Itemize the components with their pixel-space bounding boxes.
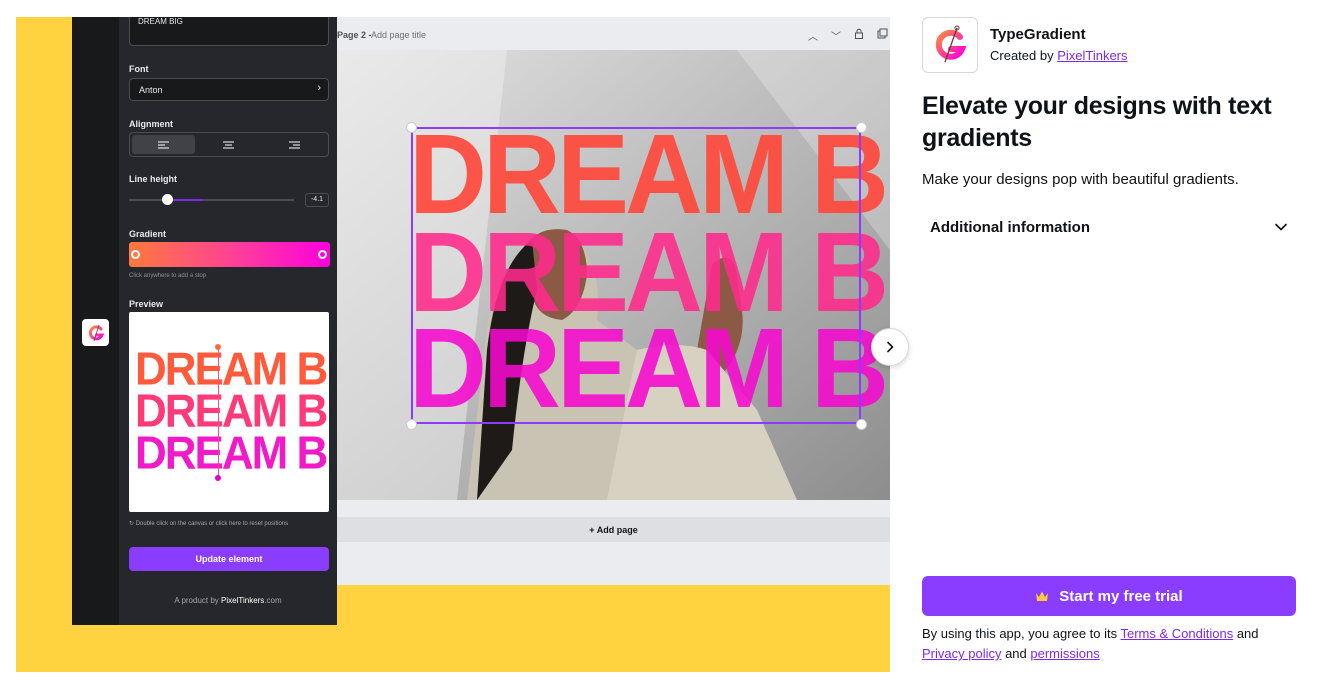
font-label: Font (129, 64, 149, 74)
page-number: Page 2 - (337, 30, 372, 40)
add-page-button[interactable]: + Add page (337, 517, 890, 542)
product-by-prefix: A product by (174, 596, 222, 605)
gradient-angle-line (218, 346, 219, 480)
app-headline: Elevate your designs with text gradients (922, 92, 1272, 152)
privacy-policy-link[interactable]: Privacy policy (922, 646, 1001, 661)
lock-icon[interactable] (854, 28, 864, 42)
product-by-suffix: .com (264, 596, 282, 605)
creator-link[interactable]: PixelTinkers (1057, 48, 1127, 63)
gradient-stop-end[interactable] (318, 250, 327, 259)
reset-hint-text: Double click on the canvas or click here… (135, 521, 289, 527)
design-canvas-area: Page 2 - Add page title ︿ ﹀ DREAM B DREA… (337, 17, 890, 585)
design-canvas[interactable]: DREAM BIG DREAM BIG DREAM BIG (337, 50, 890, 500)
creator-prefix: Created by (990, 48, 1058, 63)
chevron-right-icon: › (317, 82, 321, 94)
resize-handle[interactable] (856, 419, 867, 430)
font-select[interactable]: Anton › (129, 78, 329, 101)
additional-information-toggle[interactable]: Additional information (922, 209, 1296, 245)
carousel-next-button[interactable] (871, 328, 909, 366)
legal-and-2: and (1001, 646, 1031, 661)
gradient-handle-start[interactable] (215, 344, 221, 350)
typegradient-app-icon[interactable] (82, 319, 109, 346)
chevron-down-icon (1275, 223, 1287, 231)
line-height-label: Line height (129, 174, 177, 184)
chevron-down-icon[interactable]: ﹀ (831, 28, 841, 43)
app-settings-panel: DREAM BIG Font Anton › Alignment Line he… (119, 17, 337, 625)
gradient-stop-start[interactable] (131, 250, 140, 259)
alignment-label: Alignment (129, 119, 173, 129)
resize-handle[interactable] (406, 122, 417, 133)
duplicate-page-icon[interactable] (877, 28, 888, 42)
align-right-button[interactable] (263, 135, 326, 154)
align-left-button[interactable] (132, 135, 196, 154)
resize-handle[interactable] (406, 419, 417, 430)
line-height-value[interactable]: -4.1 (305, 193, 329, 207)
gradient-handle-end[interactable] (215, 475, 221, 481)
crown-icon (1036, 591, 1049, 601)
line-height-slider-track[interactable] (129, 199, 294, 201)
permissions-link[interactable]: permissions (1030, 646, 1099, 661)
additional-information-label: Additional information (930, 218, 1090, 236)
alignment-toggle-group (129, 132, 329, 157)
app-screenshot-carousel: DREAM BIG Font Anton › Alignment Line he… (16, 17, 890, 672)
reset-positions-hint[interactable]: ↻ Double click on the canvas or click he… (129, 520, 288, 527)
selection-box[interactable] (411, 127, 861, 424)
gradient-label: Gradient (129, 229, 167, 239)
page-title-input[interactable]: Add page title (371, 30, 426, 40)
app-logo (922, 17, 978, 73)
app-tagline: Make your designs pop with beautiful gra… (922, 171, 1239, 188)
reset-icon: ↻ (129, 521, 136, 527)
gradient-hint: Click anywhere to add a stop (129, 273, 207, 279)
editor-side-rail (72, 17, 119, 625)
legal-line-2: Privacy policy and permissions (922, 646, 1100, 661)
line-height-slider-fill (168, 199, 202, 201)
chevron-up-icon[interactable]: ︿ (808, 28, 818, 43)
chevron-right-icon (887, 341, 894, 353)
product-by-brand: PixelTinkers (221, 596, 265, 605)
align-center-icon (223, 141, 235, 148)
align-right-icon (288, 141, 300, 148)
legal-line-1: By using this app, you agree to its Term… (922, 626, 1259, 641)
preview-text-line: DREAM BIG (135, 343, 329, 396)
app-name: TypeGradient (990, 26, 1086, 43)
resize-handle[interactable] (856, 122, 867, 133)
align-left-icon (158, 141, 170, 148)
legal-prefix: By using this app, you agree to its (922, 626, 1121, 641)
text-input[interactable]: DREAM BIG (129, 17, 329, 46)
preview-label: Preview (129, 299, 164, 309)
terms-link[interactable]: Terms & Conditions (1121, 626, 1234, 641)
gradient-editor-bar[interactable] (129, 242, 330, 267)
start-free-trial-label: Start my free trial (1059, 587, 1183, 605)
editor-window: DREAM BIG Font Anton › Alignment Line he… (72, 17, 890, 625)
creator-line: Created by PixelTinkers (990, 48, 1128, 63)
typegradient-logo-icon (935, 25, 967, 63)
font-value: Anton (139, 85, 163, 95)
legal-and-1: and (1233, 626, 1259, 641)
product-by-credit: A product by PixelTinkers.com (119, 596, 337, 605)
preview-box: DREAM BIG DREAM BIG DREAM BIG (129, 312, 329, 512)
align-center-button[interactable] (197, 135, 260, 154)
start-free-trial-button[interactable]: Start my free trial (922, 576, 1296, 616)
update-element-button[interactable]: Update element (129, 547, 329, 571)
preview-text-line: DREAM BIG (135, 427, 329, 480)
preview-text-line: DREAM BIG (135, 385, 329, 438)
line-height-slider-thumb[interactable] (162, 194, 173, 205)
